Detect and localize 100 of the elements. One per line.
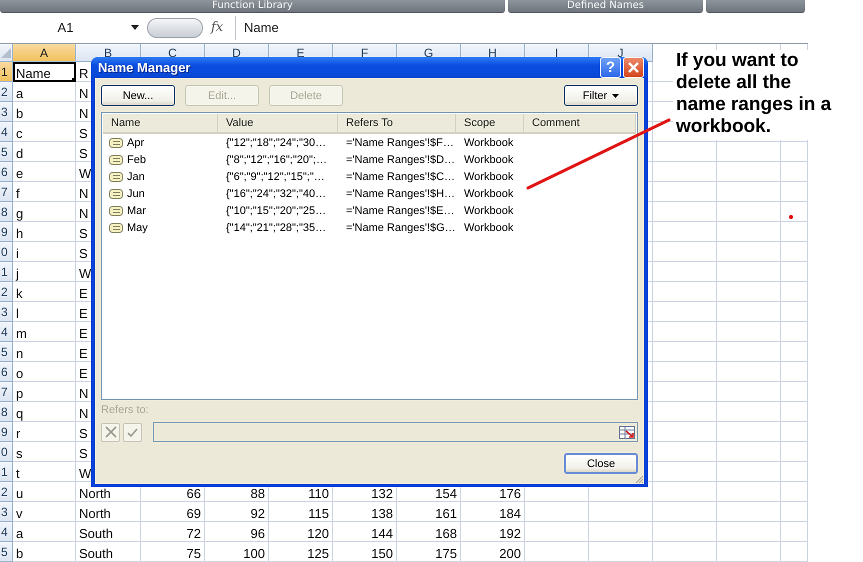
row-header[interactable]: 7: [0, 382, 13, 402]
table-cell-text: W: [78, 265, 92, 282]
table-cell-text: p: [15, 385, 24, 402]
table-cell-text: r: [15, 425, 22, 442]
table-cell-text: 168: [434, 525, 458, 542]
table-cell-text: E: [78, 305, 89, 322]
table-cell-text: Workbook: [463, 170, 514, 182]
row-header[interactable]: 4: [0, 122, 13, 142]
name-tag-icon: [109, 172, 123, 182]
table-cell-text: 184: [498, 505, 522, 522]
table-cell-text: S: [78, 125, 89, 142]
table-cell-text: W: [78, 165, 92, 182]
table-cell-text: {"10";"15";"20";"25…: [225, 204, 328, 216]
row-header[interactable]: 5: [0, 342, 13, 362]
name-entry[interactable]: Jan: [127, 170, 145, 182]
close-icon[interactable]: [628, 62, 639, 73]
table-cell-text: m: [15, 325, 28, 342]
column-header[interactable]: Comment: [524, 114, 636, 132]
caret-icon[interactable]: [131, 25, 139, 30]
name-tag-icon: [109, 188, 123, 198]
check-icon: [127, 428, 138, 436]
table-cell-text: q: [15, 405, 24, 422]
dot-mark: [789, 215, 793, 219]
row-header[interactable]: 0: [0, 242, 13, 262]
table-cell-text: d: [15, 145, 24, 162]
table-cell-text: ='Name Ranges'!$E…: [345, 204, 456, 216]
table-cell-text: b: [15, 105, 24, 122]
table-cell-text: g: [15, 205, 24, 222]
table-cell-text: 138: [370, 505, 394, 522]
table-cell-text: 75: [186, 545, 202, 562]
table-cell-text: o: [15, 365, 24, 382]
insert-function-button[interactable]: fx: [211, 20, 229, 35]
row-header[interactable]: 5: [0, 142, 13, 162]
row-header[interactable]: 2: [0, 282, 13, 302]
row-header[interactable]: 2: [0, 482, 13, 502]
close-dialog-button[interactable]: Close: [564, 453, 638, 474]
formula-field[interactable]: Name: [235, 16, 808, 40]
row-header[interactable]: 1: [0, 262, 13, 282]
table-cell-text: South: [78, 525, 114, 542]
row-header[interactable]: 9: [0, 422, 13, 442]
name-entry[interactable]: Mar: [127, 204, 146, 216]
table-cell-text: Workbook: [463, 204, 514, 216]
name-tag-icon: [109, 154, 123, 164]
row-header[interactable]: 1: [0, 62, 13, 82]
table-cell-text: {"12";"18";"24";"30…: [225, 136, 328, 148]
resize-grip-icon[interactable]: [634, 474, 644, 484]
table-cell-text: North: [78, 505, 112, 522]
name-entry[interactable]: May: [127, 222, 148, 234]
row-header[interactable]: 4: [0, 322, 13, 342]
dialog-button[interactable]: New...: [101, 85, 175, 106]
table-cell-text: 144: [370, 525, 394, 542]
select-all-button[interactable]: [0, 44, 13, 62]
column-header[interactable]: Scope: [456, 114, 524, 132]
close-button[interactable]: [623, 57, 644, 78]
table-cell-text: {"16";"24";"32";"40…: [225, 188, 328, 200]
name-entry[interactable]: Apr: [127, 136, 144, 148]
row-header[interactable]: 3: [0, 502, 13, 522]
column-header[interactable]: Value: [218, 114, 338, 132]
row-header[interactable]: 3: [0, 302, 13, 322]
column-header[interactable]: A: [13, 44, 76, 62]
column-header[interactable]: Refers To: [338, 114, 456, 132]
name-tag-icon: [109, 206, 123, 216]
column-header[interactable]: Name: [103, 114, 218, 132]
row-header[interactable]: 2: [0, 82, 13, 102]
row-header[interactable]: 6: [0, 362, 13, 382]
table-cell-text: n: [15, 345, 24, 362]
table-cell-text: 96: [250, 525, 266, 542]
row-header[interactable]: 9: [0, 222, 13, 242]
table-cell-text: 69: [186, 505, 202, 522]
row-header[interactable]: 4: [0, 522, 13, 542]
name-entry[interactable]: Feb: [127, 154, 146, 166]
table-cell-text: E: [78, 325, 89, 342]
table-cell-text: l: [15, 305, 20, 322]
table-cell-text: 161: [434, 505, 458, 522]
row-header[interactable]: 7: [0, 182, 13, 202]
row-header[interactable]: 0: [0, 442, 13, 462]
table-cell-text: 125: [306, 545, 330, 562]
table-cell-text: h: [15, 225, 24, 242]
table-cell-text: N: [78, 105, 90, 122]
table-cell-text: j: [14, 265, 20, 282]
row-header[interactable]: 8: [0, 202, 13, 222]
row-header[interactable]: 8: [0, 402, 13, 422]
table-cell-text: ='Name Ranges'!$D…: [345, 154, 456, 166]
table-cell-text: {"6";"9";"12";"15";"…: [225, 170, 326, 182]
dialog-title: Name Manager: [98, 60, 192, 75]
caret-icon[interactable]: [612, 94, 620, 98]
table-cell-text: N: [78, 85, 90, 102]
row-header[interactable]: 6: [0, 162, 13, 182]
formula-bar-handle[interactable]: [147, 18, 203, 38]
table-cell-text: u: [15, 485, 24, 502]
row-header[interactable]: 5: [0, 542, 13, 562]
table-cell-text: a: [15, 525, 24, 542]
field-label: Refers to:: [101, 404, 150, 418]
table-cell-text: t: [15, 465, 21, 482]
row-header[interactable]: 3: [0, 102, 13, 122]
row-header[interactable]: 1: [0, 462, 13, 482]
name-entry[interactable]: Jun: [127, 188, 145, 200]
table-cell-text: 110: [307, 485, 330, 502]
name-box[interactable]: A1: [0, 16, 143, 38]
filter-button[interactable]: Filter: [564, 85, 638, 106]
